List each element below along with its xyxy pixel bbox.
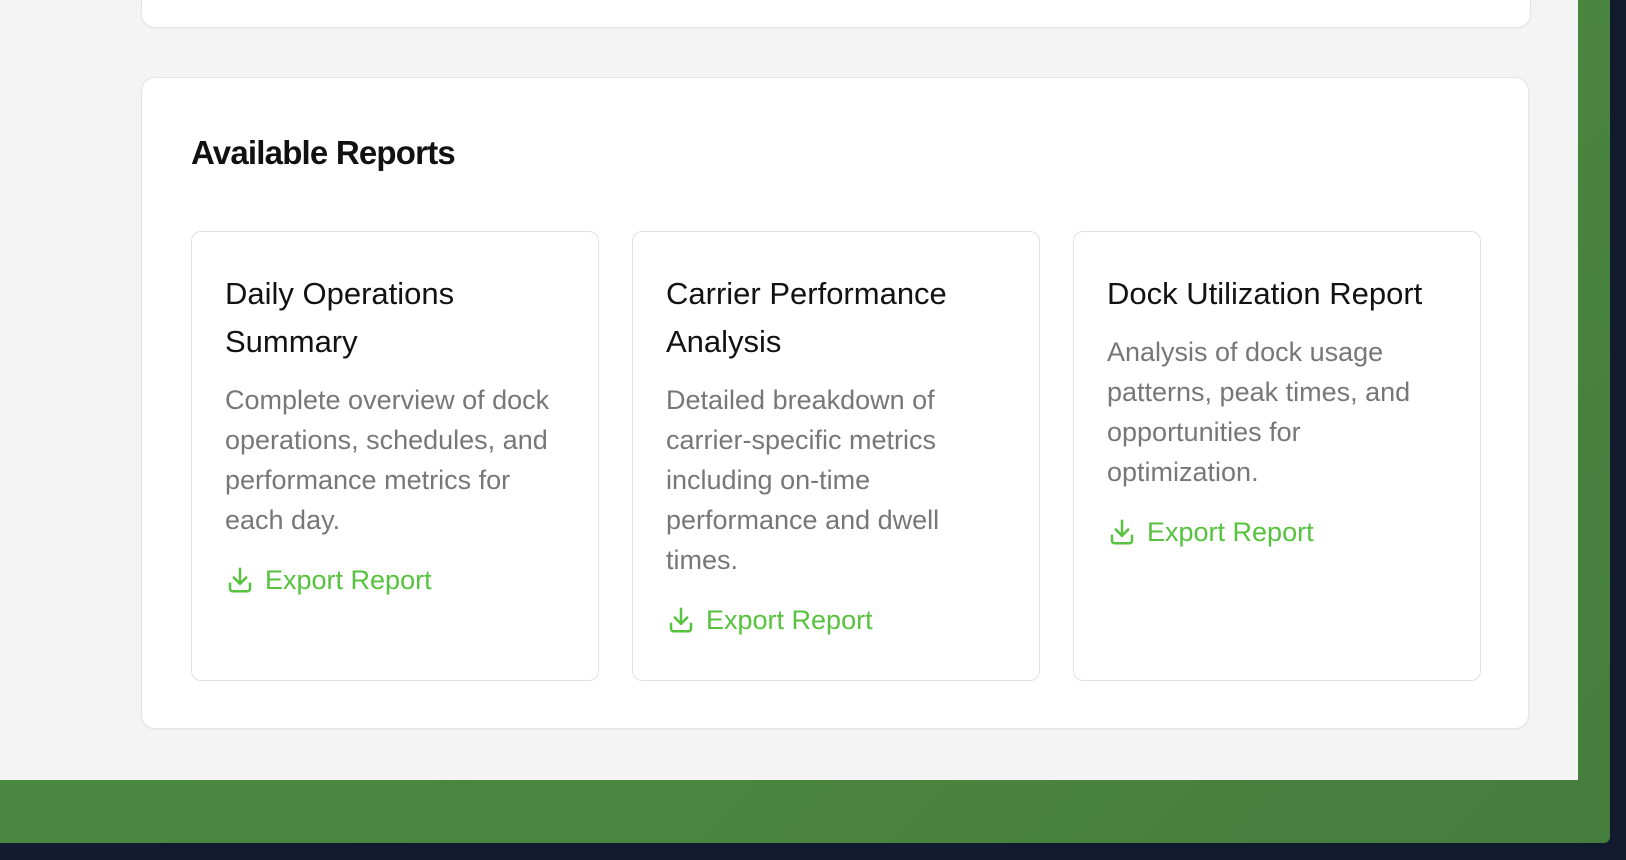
report-card-carrier-performance: Carrier Performance Analysis Detailed br… — [632, 231, 1040, 681]
export-report-button[interactable]: Export Report — [225, 560, 432, 600]
export-report-label: Export Report — [265, 565, 432, 595]
report-card-title: Dock Utilization Report — [1107, 276, 1423, 311]
report-card-dock-utilization: Dock Utilization Report Analysis of dock… — [1073, 231, 1481, 681]
export-report-label: Export Report — [1147, 517, 1314, 547]
report-card-description: Complete overview of dock operations, sc… — [225, 385, 550, 535]
report-card-list: Daily Operations Summary Complete overvi… — [191, 231, 1481, 681]
app-frame: Available Reports Daily Operations Summa… — [0, 0, 1610, 843]
report-card-title: Daily Operations Summary — [225, 276, 455, 359]
download-icon — [669, 607, 693, 633]
main-content: Available Reports Daily Operations Summa… — [0, 0, 1578, 780]
previous-panel — [141, 0, 1531, 28]
export-report-button[interactable]: Export Report — [666, 600, 873, 640]
report-card-title: Carrier Performance Analysis — [666, 276, 947, 359]
download-icon — [228, 567, 252, 593]
download-icon — [1110, 519, 1134, 545]
export-report-button[interactable]: Export Report — [1107, 512, 1314, 552]
export-report-label: Export Report — [706, 605, 873, 635]
section-title: Available Reports — [191, 134, 456, 171]
report-card-daily-operations: Daily Operations Summary Complete overvi… — [191, 231, 599, 681]
report-card-description: Analysis of dock usage patterns, peak ti… — [1107, 337, 1411, 487]
report-card-description: Detailed breakdown of carrier-specific m… — [666, 385, 940, 575]
available-reports-panel: Available Reports Daily Operations Summa… — [141, 77, 1529, 729]
